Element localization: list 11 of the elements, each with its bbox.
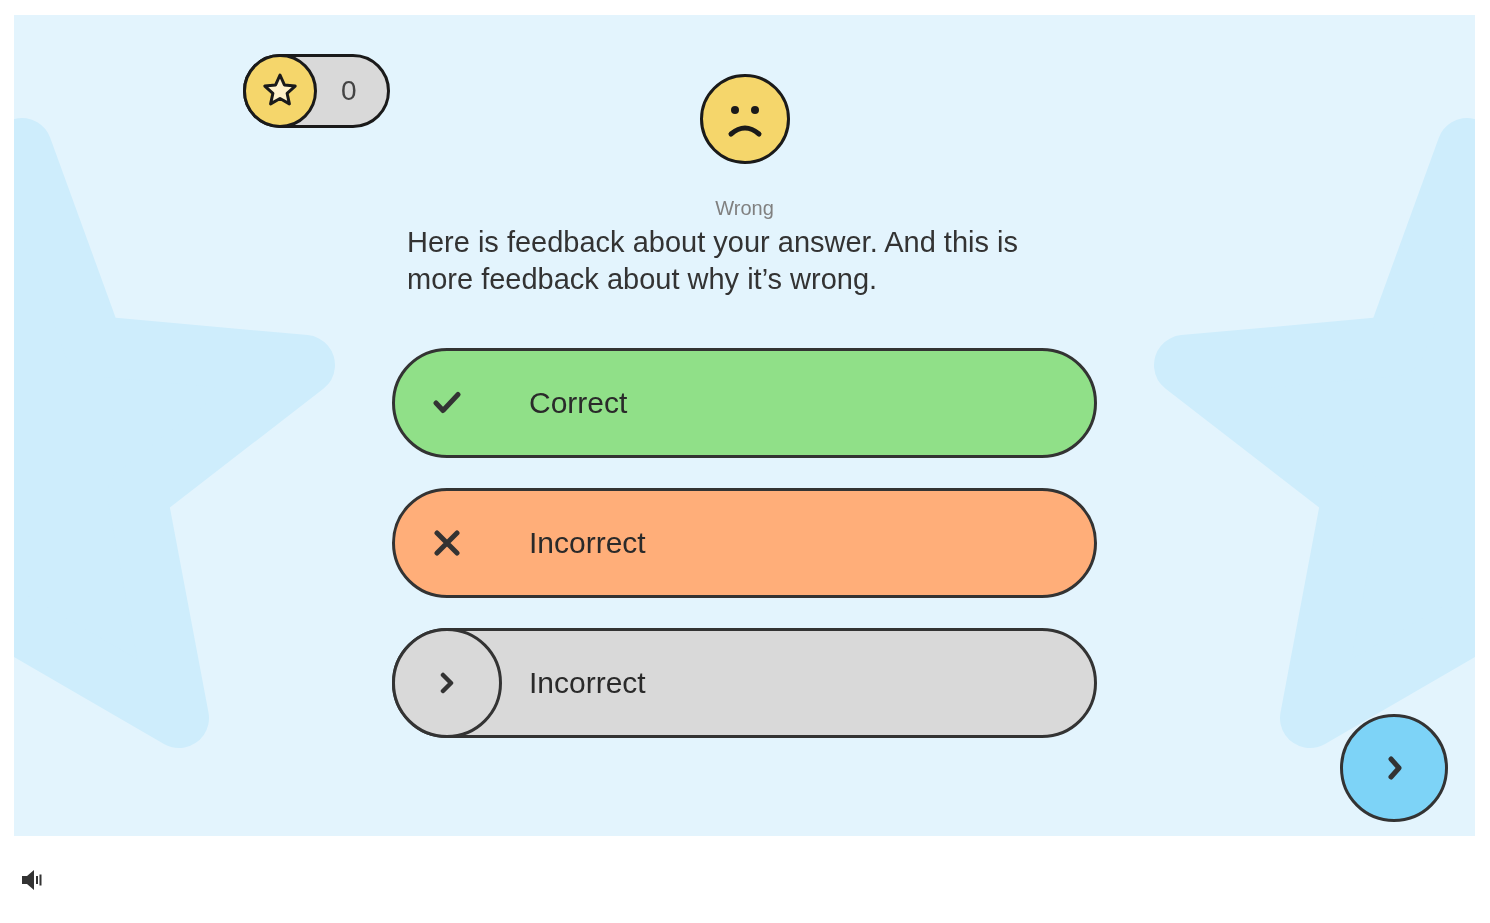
speaker-icon[interactable] [22, 870, 42, 890]
score-value: 0 [341, 75, 357, 107]
answer-option[interactable]: Incorrect [392, 628, 1097, 738]
result-label: Wrong [715, 196, 774, 220]
answer-option[interactable]: Correct [392, 348, 1097, 458]
answer-option[interactable]: Incorrect [392, 488, 1097, 598]
chevron-right-icon [1388, 756, 1402, 780]
feedback-message: Here is feedback about your answer. And this is more feedback about why it’s wrong. [407, 225, 1019, 297]
check-icon [433, 391, 461, 415]
cross-icon [434, 530, 460, 556]
sad-face-icon [699, 74, 790, 164]
